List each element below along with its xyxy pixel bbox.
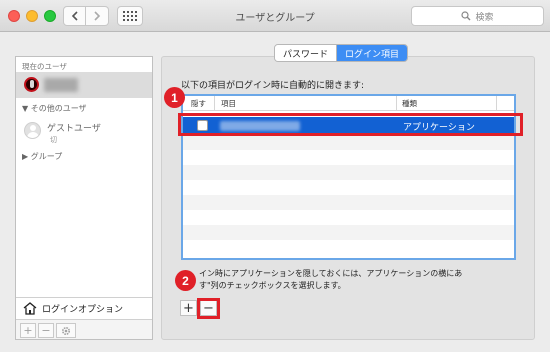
sidebar-toolbar: + − [16,319,152,339]
current-user-header: 現在のユーザ [22,62,67,71]
forward-button[interactable] [86,6,109,26]
chevron-left-icon [71,11,78,21]
search-placeholder: 検索 [475,12,494,23]
other-users-header[interactable]: ▼ その他のユーザ [22,103,87,114]
guest-user-item[interactable]: ゲストユーザ [47,121,101,134]
other-users-label: その他のユーザ [30,104,87,113]
hint-text-line-1: イン時にアプリケーションを隠しておくには、アプリケーションの横にあ [199,269,463,278]
empty-row [183,225,514,240]
column-header-hide[interactable]: 隠す [191,98,206,109]
add-user-button[interactable]: + [20,323,36,338]
annotation-badge-1: 1 [164,87,185,108]
title-bar: ユーザとグループ 検索 [0,0,550,32]
empty-row [183,135,514,150]
house-icon [23,301,37,315]
users-sidebar: 現在のユーザ ▼ その他のユーザ ゲストユーザ 切 ▶ グループ ログインオプシ… [15,56,153,340]
minimize-window-button[interactable] [26,10,38,22]
tab-password[interactable]: パスワード [275,45,338,61]
highlight-box-row [178,113,523,136]
gear-icon [61,326,71,335]
grid-icon [123,11,137,21]
column-divider [214,96,215,111]
table-header: 隠す 項目 種類 [183,96,514,111]
login-options-label: ログインオプション [42,304,124,315]
empty-row [183,165,514,180]
tab-control: パスワード ログイン項目 [274,44,409,62]
close-window-button[interactable] [8,10,20,22]
guest-user-status: 切 [50,136,57,144]
highlight-box-remove [197,298,220,319]
groups-header[interactable]: ▶ グループ [22,151,62,162]
tab-login-items[interactable]: ログイン項目 [337,45,408,61]
column-divider [396,96,397,111]
add-login-item-button[interactable]: + [180,300,197,316]
column-divider [496,96,497,111]
hint-text-line-2: す"列のチェックボックスを選択します。 [199,281,346,290]
user-actions-button[interactable] [56,323,76,338]
window-title: ユーザとグループ [235,13,315,24]
annotation-badge-2: 2 [175,270,196,291]
show-all-button[interactable] [117,6,143,26]
back-button[interactable] [63,6,86,26]
chevron-right-icon [94,11,101,21]
current-user-name-redacted [44,78,78,92]
search-field[interactable]: 検索 [411,6,544,26]
current-user-item[interactable] [16,72,152,98]
search-icon [461,11,471,21]
user-avatar [24,77,39,92]
column-header-item[interactable]: 項目 [221,98,236,109]
hint-text: イン時にアプリケーションを隠しておくには、アプリケーションの横にあ す"列のチェ… [199,268,519,292]
login-options-item[interactable]: ログインオプション [16,297,152,318]
remove-user-button[interactable]: − [38,323,54,338]
column-header-kind[interactable]: 種類 [402,98,417,109]
zoom-window-button[interactable] [44,10,56,22]
guest-avatar-icon [24,122,41,139]
groups-label: グループ [30,152,63,161]
login-items-heading: 以下の項目がログイン時に自動的に開きます: [181,81,365,91]
empty-row [183,195,514,210]
